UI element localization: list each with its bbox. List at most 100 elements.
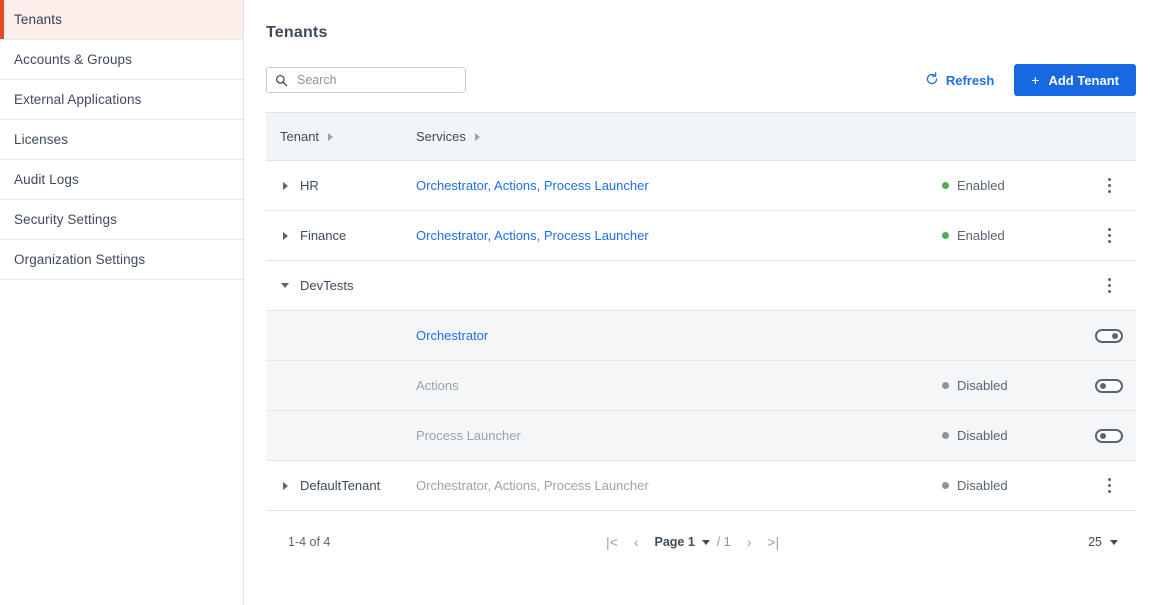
status-label: Enabled: [957, 228, 1005, 243]
status-badge: Enabled: [942, 178, 1082, 193]
sidebar-item-label: Licenses: [14, 132, 69, 147]
total-pages-label: / 1: [716, 535, 731, 549]
collapse-row-button[interactable]: [280, 281, 290, 291]
app-root: Tenants Accounts & Groups External Appli…: [0, 0, 1150, 605]
cell-actions: [1082, 476, 1136, 496]
refresh-label: Refresh: [945, 72, 995, 88]
next-page-button[interactable]: ›: [747, 534, 752, 550]
refresh-icon: [925, 71, 939, 89]
status-label: Disabled: [957, 428, 1008, 443]
column-header-tenant[interactable]: Tenant: [266, 129, 416, 144]
sidebar-item-accounts-groups[interactable]: Accounts & Groups: [0, 40, 243, 80]
status-label: Disabled: [957, 378, 1008, 393]
toolbar-actions: Refresh + Add Tenant: [919, 64, 1136, 96]
last-page-button[interactable]: >|: [767, 534, 779, 550]
result-range-label: 1-4 of 4: [288, 535, 331, 549]
sidebar-item-external-applications[interactable]: External Applications: [0, 80, 243, 120]
chevron-right-icon: [282, 481, 288, 490]
cell-tenant: DefaultTenant: [266, 478, 416, 493]
cell-tenant: Finance: [266, 228, 416, 243]
expand-row-button[interactable]: [280, 181, 290, 191]
column-header-label: Services: [416, 129, 466, 144]
pagination-controls: |< ‹ Page 1 / 1 › >|: [606, 534, 779, 550]
add-tenant-button[interactable]: + Add Tenant: [1014, 64, 1136, 96]
service-toggle[interactable]: [1095, 428, 1123, 443]
service-toggle[interactable]: [1095, 378, 1123, 393]
search-box[interactable]: [266, 67, 466, 93]
status-dot-icon: [942, 382, 949, 389]
table-header-row: Tenant Services: [266, 113, 1136, 161]
sidebar-item-label: Security Settings: [14, 212, 117, 227]
chevron-down-icon: [281, 283, 289, 288]
status-badge: Enabled: [942, 228, 1082, 243]
cell-services[interactable]: Orchestrator: [416, 328, 942, 343]
tenant-name: DevTests: [300, 278, 354, 293]
cell-tenant: HR: [266, 178, 416, 193]
row-menu-icon[interactable]: [1100, 476, 1118, 496]
status-dot-icon: [942, 232, 949, 239]
first-page-button[interactable]: |<: [606, 534, 618, 550]
sidebar-item-security-settings[interactable]: Security Settings: [0, 200, 243, 240]
sidebar-item-label: Organization Settings: [14, 252, 146, 267]
table-row[interactable]: DefaultTenant Orchestrator, Actions, Pro…: [266, 461, 1136, 511]
cell-actions: [1082, 276, 1136, 296]
sidebar-item-audit-logs[interactable]: Audit Logs: [0, 160, 243, 200]
expand-row-button[interactable]: [280, 481, 290, 491]
cell-services[interactable]: Orchestrator, Actions, Process Launcher: [416, 178, 942, 193]
cell-services[interactable]: Orchestrator, Actions, Process Launcher: [416, 228, 942, 243]
cell-actions: [1082, 226, 1136, 246]
row-menu-icon[interactable]: [1100, 176, 1118, 196]
chevron-down-icon: [701, 539, 710, 545]
sidebar-item-label: Accounts & Groups: [14, 52, 133, 67]
add-tenant-label: Add Tenant: [1048, 72, 1119, 88]
expand-row-button[interactable]: [280, 231, 290, 241]
current-page-label: Page 1: [654, 535, 695, 549]
page-size-selector[interactable]: 25: [1088, 535, 1136, 549]
cell-actions: [1082, 428, 1136, 443]
refresh-button[interactable]: Refresh: [919, 68, 1000, 93]
page-title: Tenants: [266, 24, 328, 41]
previous-page-button[interactable]: ‹: [634, 534, 639, 550]
sort-arrow-icon: [474, 132, 480, 141]
table-row[interactable]: Finance Orchestrator, Actions, Process L…: [266, 211, 1136, 261]
service-toggle[interactable]: [1095, 328, 1123, 343]
table-row[interactable]: HR Orchestrator, Actions, Process Launch…: [266, 161, 1136, 211]
status-dot-icon: [942, 482, 949, 489]
cell-actions: [1082, 328, 1136, 343]
column-header-label: Tenant: [280, 129, 320, 144]
sidebar-item-licenses[interactable]: Licenses: [0, 120, 243, 160]
table-row[interactable]: Actions Disabled: [266, 361, 1136, 411]
column-header-services[interactable]: Services: [416, 129, 942, 144]
tenants-table: Tenant Services HR Orchestrator, Actions…: [266, 112, 1136, 511]
status-label: Enabled: [957, 178, 1005, 193]
status-dot-icon: [942, 182, 949, 189]
sidebar-item-tenants[interactable]: Tenants: [0, 0, 243, 40]
chevron-right-icon: [282, 181, 288, 190]
plus-icon: +: [1031, 72, 1040, 88]
status-badge: Disabled: [942, 428, 1082, 443]
status-dot-icon: [942, 432, 949, 439]
cell-services: Process Launcher: [416, 428, 521, 443]
cell-actions: [1082, 176, 1136, 196]
sidebar-item-label: Audit Logs: [14, 172, 79, 187]
row-menu-icon[interactable]: [1100, 226, 1118, 246]
chevron-down-icon: [1110, 539, 1118, 545]
sidebar-item-organization-settings[interactable]: Organization Settings: [0, 240, 243, 280]
status-badge: Disabled: [942, 478, 1082, 493]
sidebar-item-label: External Applications: [14, 92, 142, 107]
table-row[interactable]: Process Launcher Disabled: [266, 411, 1136, 461]
cell-services: Actions: [416, 378, 459, 393]
status-label: Disabled: [957, 478, 1008, 493]
row-menu-icon[interactable]: [1100, 276, 1118, 296]
search-input[interactable]: [295, 72, 457, 88]
page-selector[interactable]: Page 1 / 1: [654, 535, 730, 549]
search-icon: [275, 74, 288, 87]
table-row[interactable]: Orchestrator: [266, 311, 1136, 361]
table-row[interactable]: DevTests: [266, 261, 1136, 311]
sidebar: Tenants Accounts & Groups External Appli…: [0, 0, 244, 605]
chevron-right-icon: [282, 231, 288, 240]
cell-services: Orchestrator, Actions, Process Launcher: [416, 478, 649, 493]
main-content: Tenants Search Refresh + Add Tenant Tena…: [244, 0, 1150, 605]
cell-tenant: DevTests: [266, 278, 416, 293]
tenant-name: Finance: [300, 228, 347, 243]
